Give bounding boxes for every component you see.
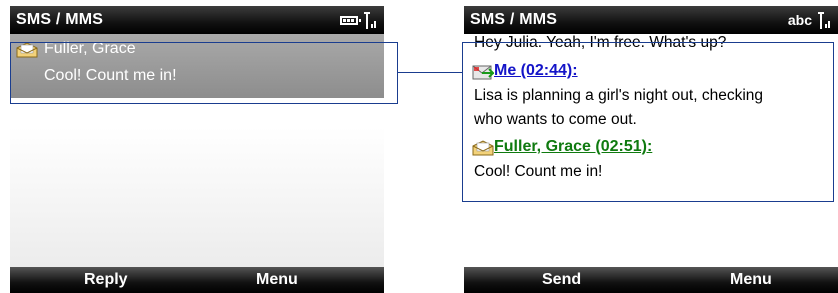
conversation-screen: SMS / MMS abc Hey Julia. Yeah, I'm free.… — [464, 6, 838, 293]
open-envelope-icon — [472, 140, 494, 156]
app-title: SMS / MMS — [470, 11, 558, 28]
open-envelope-icon — [16, 42, 38, 58]
signal-icon — [362, 11, 378, 29]
menu-softkey[interactable]: Menu — [730, 271, 772, 289]
message-text: Cool! Count me in! — [474, 163, 603, 180]
message-preview: Cool! Count me in! — [44, 67, 177, 84]
app-title: SMS / MMS — [16, 11, 104, 28]
menu-softkey[interactable]: Menu — [256, 271, 298, 289]
message-sender[interactable]: Me (02:44): — [494, 62, 578, 80]
sent-message-icon — [472, 65, 494, 80]
message-text: who wants to come out. — [474, 111, 637, 128]
message-sender: Fuller, Grace — [44, 40, 136, 57]
reply-softkey[interactable]: Reply — [84, 271, 128, 289]
message-text: Hey Julia. Yeah, I'm free. What's up? — [474, 34, 727, 51]
message-thread[interactable]: Hey Julia. Yeah, I'm free. What's up? Me… — [464, 34, 838, 267]
title-bar: SMS / MMS abc — [464, 6, 838, 34]
status-icons — [340, 10, 378, 30]
message-text: Lisa is planning a girl's night out, che… — [474, 87, 764, 104]
message-list: Fuller, Grace Cool! Count me in! — [10, 34, 384, 267]
callout-connector — [398, 72, 462, 73]
title-bar: SMS / MMS — [10, 6, 384, 34]
send-softkey[interactable]: Send — [542, 271, 581, 289]
inbox-screen: SMS / MMS Fuller, Grace Cool! Count me i… — [10, 6, 384, 293]
battery-icon — [340, 15, 361, 25]
signal-icon — [816, 11, 832, 29]
softkey-bar: Send Menu — [464, 267, 838, 293]
input-mode-indicator: abc — [787, 12, 812, 28]
status-icons: abc — [788, 10, 832, 30]
message-sender[interactable]: Fuller, Grace (02:51): — [494, 138, 652, 156]
softkey-bar: Reply Menu — [10, 267, 384, 293]
message-list-item[interactable]: Fuller, Grace Cool! Count me in! — [10, 34, 384, 98]
